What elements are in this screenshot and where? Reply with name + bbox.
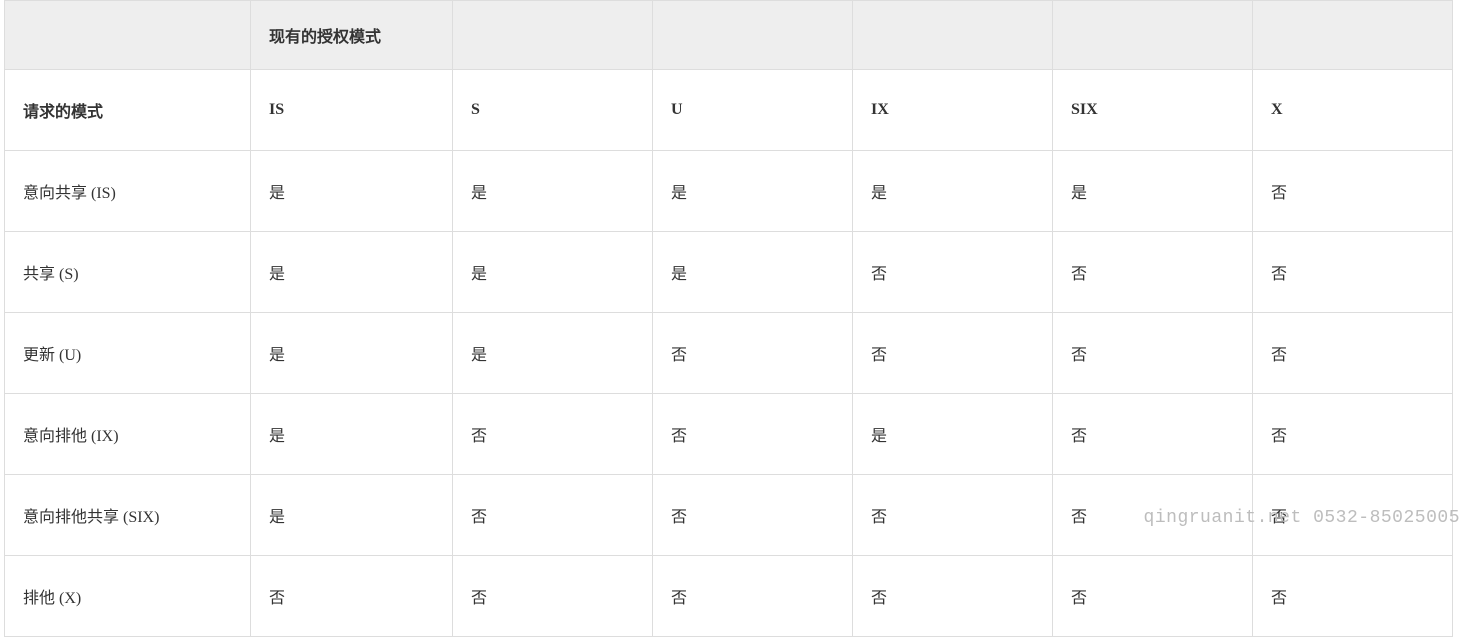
header-cell-existing-mode: 现有的授权模式: [251, 1, 453, 70]
cell-value: 否: [1053, 475, 1253, 556]
cell-value: 是: [1053, 151, 1253, 232]
table-header-row: 现有的授权模式: [5, 1, 1453, 70]
cell-value: 否: [453, 556, 653, 637]
header-cell-blank-3: [653, 1, 853, 70]
cell-value: 否: [1253, 556, 1453, 637]
cell-value: 否: [1253, 313, 1453, 394]
cell-value: 是: [251, 313, 453, 394]
cell-value: 是: [251, 475, 453, 556]
cell-value: 否: [1253, 475, 1453, 556]
cell-value: 否: [653, 556, 853, 637]
cell-value: 否: [1053, 313, 1253, 394]
header-cell-blank-4: [853, 1, 1053, 70]
cell-value: IS: [251, 70, 453, 151]
cell-value: 否: [453, 394, 653, 475]
row-label: 请求的模式: [5, 70, 251, 151]
cell-value: 否: [1053, 556, 1253, 637]
page-container: 现有的授权模式 请求的模式 IS S U IX SIX X 意向共享 (IS) …: [0, 0, 1460, 644]
row-label: 意向共享 (IS): [5, 151, 251, 232]
cell-value: 否: [1053, 394, 1253, 475]
cell-value: U: [653, 70, 853, 151]
cell-value: 是: [453, 232, 653, 313]
table-header: 现有的授权模式: [5, 1, 1453, 70]
cell-value: 否: [653, 475, 853, 556]
table-row: 共享 (S) 是 是 是 否 否 否: [5, 232, 1453, 313]
table-body: 请求的模式 IS S U IX SIX X 意向共享 (IS) 是 是 是 是 …: [5, 70, 1453, 637]
cell-value: 是: [853, 394, 1053, 475]
cell-value: X: [1253, 70, 1453, 151]
row-label: 共享 (S): [5, 232, 251, 313]
cell-value: IX: [853, 70, 1053, 151]
cell-value: 否: [853, 313, 1053, 394]
table-row: 意向共享 (IS) 是 是 是 是 是 否: [5, 151, 1453, 232]
header-cell-blank-6: [1253, 1, 1453, 70]
cell-value: 是: [251, 151, 453, 232]
table-row: 意向排他 (IX) 是 否 否 是 否 否: [5, 394, 1453, 475]
cell-value: 否: [853, 556, 1053, 637]
table-row: 意向排他共享 (SIX) 是 否 否 否 否 否: [5, 475, 1453, 556]
cell-value: SIX: [1053, 70, 1253, 151]
cell-value: 是: [251, 394, 453, 475]
cell-value: 是: [453, 151, 653, 232]
cell-value: 否: [853, 232, 1053, 313]
header-cell-blank-0: [5, 1, 251, 70]
table-row: 排他 (X) 否 否 否 否 否 否: [5, 556, 1453, 637]
cell-value: 否: [1253, 232, 1453, 313]
lock-compatibility-table: 现有的授权模式 请求的模式 IS S U IX SIX X 意向共享 (IS) …: [4, 0, 1453, 637]
cell-value: 否: [853, 475, 1053, 556]
cell-value: 否: [653, 394, 853, 475]
cell-value: S: [453, 70, 653, 151]
cell-value: 否: [1053, 232, 1253, 313]
table-row: 请求的模式 IS S U IX SIX X: [5, 70, 1453, 151]
row-label: 更新 (U): [5, 313, 251, 394]
cell-value: 否: [453, 475, 653, 556]
cell-value: 否: [1253, 394, 1453, 475]
cell-value: 是: [653, 151, 853, 232]
cell-value: 是: [653, 232, 853, 313]
row-label: 排他 (X): [5, 556, 251, 637]
cell-value: 是: [853, 151, 1053, 232]
row-label: 意向排他共享 (SIX): [5, 475, 251, 556]
cell-value: 否: [251, 556, 453, 637]
table-row: 更新 (U) 是 是 否 否 否 否: [5, 313, 1453, 394]
cell-value: 是: [251, 232, 453, 313]
cell-value: 否: [1253, 151, 1453, 232]
row-label: 意向排他 (IX): [5, 394, 251, 475]
cell-value: 是: [453, 313, 653, 394]
header-cell-blank-2: [453, 1, 653, 70]
header-cell-blank-5: [1053, 1, 1253, 70]
cell-value: 否: [653, 313, 853, 394]
